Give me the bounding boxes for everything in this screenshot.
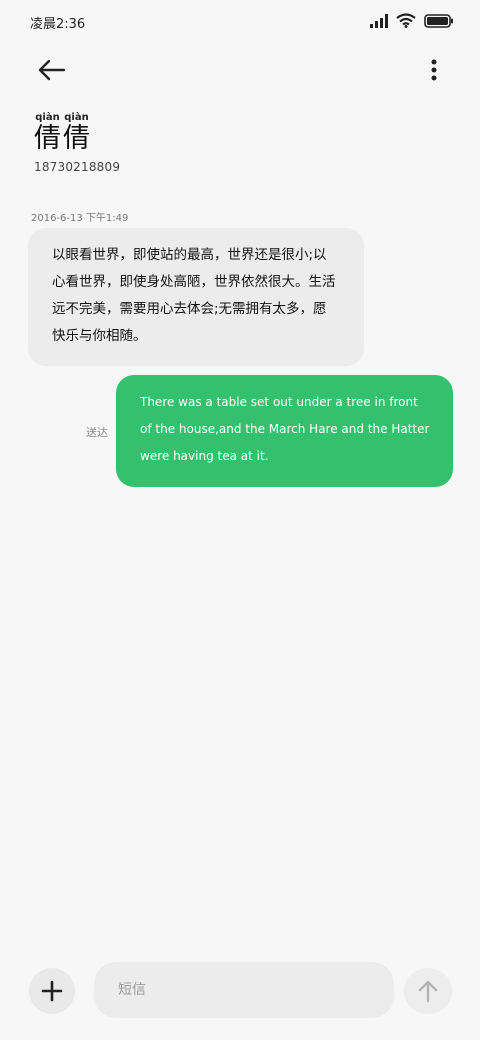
name-char: qiàn 倩 bbox=[34, 112, 61, 154]
wifi-icon bbox=[396, 12, 416, 32]
more-options-button[interactable] bbox=[422, 54, 446, 86]
message-input[interactable] bbox=[94, 962, 394, 1018]
sent-message-text: There was a table set out under a tree i… bbox=[140, 395, 430, 463]
status-time: 凌晨2:36 bbox=[30, 16, 86, 32]
send-button[interactable] bbox=[404, 968, 452, 1014]
battery-icon bbox=[424, 13, 454, 32]
message-composer bbox=[0, 960, 480, 1024]
status-bar: 凌晨2:36 bbox=[0, 0, 480, 44]
contact-header: qiàn 倩 qiàn 倩 18730218809 bbox=[34, 112, 120, 174]
delivery-status-label: 送达 bbox=[86, 426, 108, 439]
signal-icon bbox=[370, 13, 388, 32]
message-timestamp: 2016-6-13 下午1:49 bbox=[31, 213, 129, 224]
name-char: qiàn 倩 bbox=[63, 112, 90, 154]
contact-name: qiàn 倩 qiàn 倩 bbox=[34, 112, 120, 154]
name-glyph: 倩 bbox=[63, 123, 90, 154]
contact-phone: 18730218809 bbox=[34, 160, 121, 174]
messaging-screen: 凌晨2:36 qiàn 倩 qiàn 倩 18730218809 2016-6-… bbox=[0, 0, 480, 1040]
plus-icon bbox=[41, 980, 63, 1002]
sent-message-bubble[interactable]: There was a table set out under a tree i… bbox=[116, 375, 453, 487]
back-arrow-icon bbox=[38, 59, 66, 81]
send-arrow-up-icon bbox=[418, 980, 438, 1003]
received-message-bubble[interactable]: 以眼看世界，即使站的最高，世界还是很小;以心看世界，即使身处高陋，世界依然很大。… bbox=[28, 228, 364, 366]
received-message-text: 以眼看世界，即使站的最高，世界还是很小;以心看世界，即使身处高陋，世界依然很大。… bbox=[52, 247, 336, 344]
top-nav bbox=[0, 48, 480, 92]
name-glyph: 倩 bbox=[34, 123, 61, 154]
more-vertical-icon bbox=[431, 59, 437, 81]
back-button[interactable] bbox=[34, 54, 70, 86]
status-icons bbox=[370, 12, 454, 32]
add-attachment-button[interactable] bbox=[29, 968, 75, 1014]
